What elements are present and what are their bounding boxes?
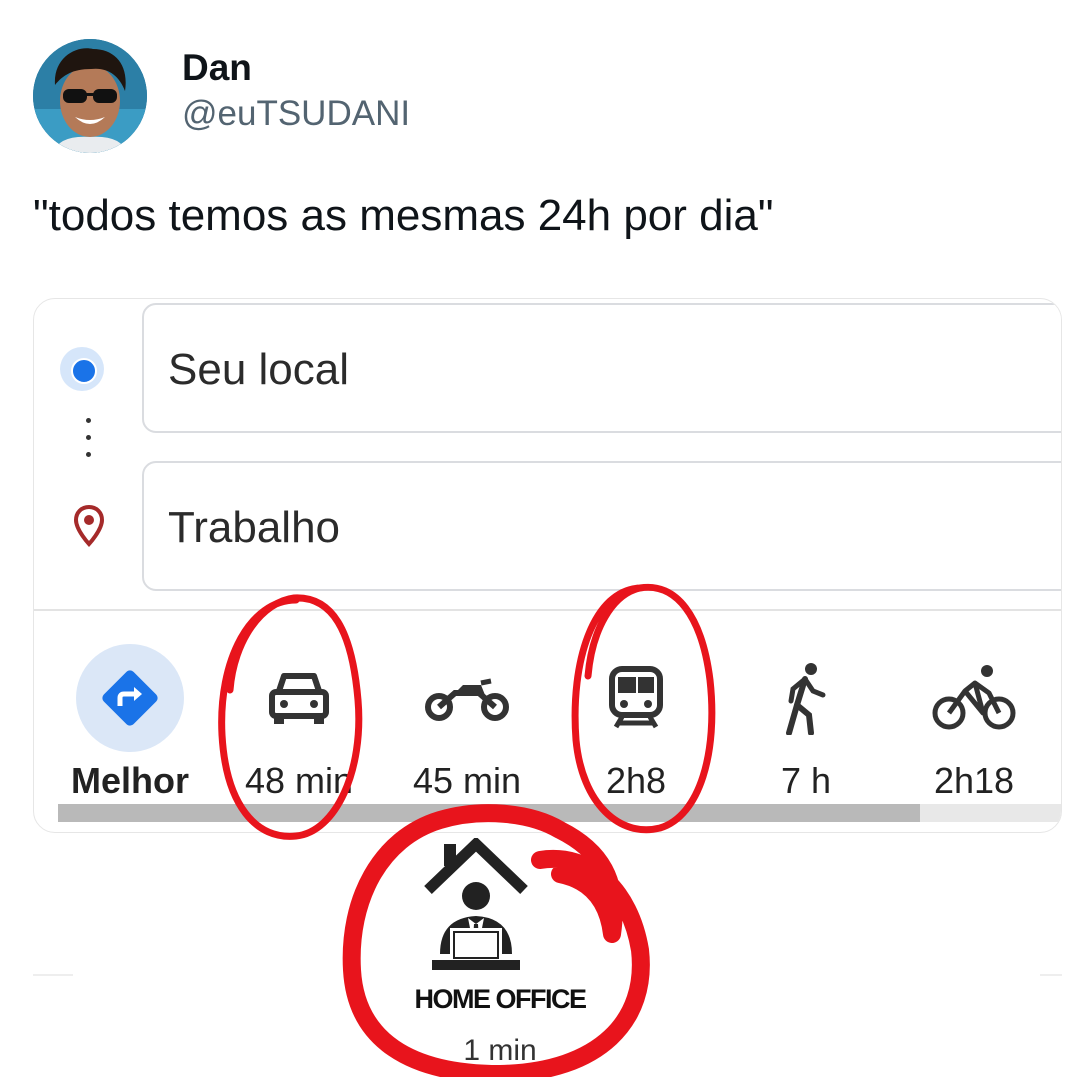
home-office-title: HOME OFFICE	[414, 984, 588, 1014]
train-icon	[566, 644, 706, 752]
motorcycle-icon	[397, 644, 537, 752]
destination-field[interactable]: Trabalho	[142, 461, 1061, 591]
mode-bike[interactable]: 2h18	[904, 644, 1044, 809]
divider	[1040, 974, 1062, 976]
home-office-time: 1 min	[463, 1034, 537, 1067]
tweet-text: "todos temos as mesmas 24h por dia"	[33, 191, 774, 240]
directions-icon	[76, 644, 184, 752]
mode-walk[interactable]: 7 h	[736, 644, 876, 809]
origin-location-icon	[60, 347, 104, 391]
mode-best-label: Melhor	[70, 760, 189, 801]
maps-directions-card: Seu local Trabalho Melhor 48 min 45 min …	[33, 298, 1062, 833]
mode-car[interactable]: 48 min	[229, 644, 369, 809]
route-dots-icon	[86, 418, 91, 470]
bike-icon	[904, 644, 1044, 752]
mode-best[interactable]: Melhor	[60, 644, 200, 809]
tweet-author: Dan @euTSUDANI	[182, 46, 410, 136]
car-icon	[229, 644, 369, 752]
mode-transit-label: 2h8	[605, 760, 667, 801]
mode-motorcycle-label: 45 min	[412, 760, 522, 801]
divider	[34, 609, 1061, 611]
destination-value: Trabalho	[168, 503, 341, 552]
origin-field[interactable]: Seu local	[142, 303, 1061, 433]
origin-value: Seu local	[168, 345, 350, 394]
mode-motorcycle[interactable]: 45 min	[397, 644, 537, 809]
avatar[interactable]	[33, 39, 147, 153]
walk-icon	[736, 644, 876, 752]
divider	[33, 974, 73, 976]
mode-bike-label: 2h18	[933, 760, 1015, 801]
author-name[interactable]: Dan	[182, 46, 410, 90]
mode-walk-label: 7 h	[780, 760, 832, 801]
home-office-option[interactable]: HOME OFFICE 1 min	[340, 800, 660, 1077]
mode-car-label: 48 min	[244, 760, 354, 801]
home-office-icon	[424, 838, 528, 970]
mode-transit[interactable]: 2h8	[566, 644, 706, 809]
author-handle[interactable]: @euTSUDANI	[182, 92, 410, 136]
destination-pin-icon	[73, 504, 105, 553]
